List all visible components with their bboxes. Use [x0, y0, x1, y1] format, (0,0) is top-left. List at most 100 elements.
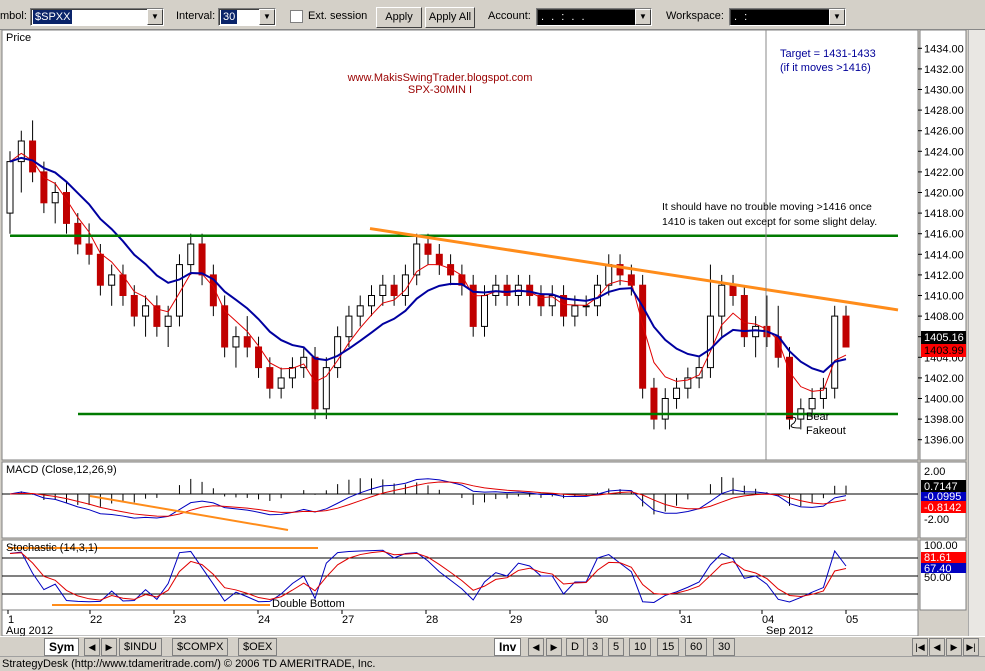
candle-body	[187, 243, 195, 266]
candle-body	[255, 346, 263, 369]
candle-body	[718, 284, 726, 317]
time-tick-label: 30	[596, 614, 608, 626]
candle-body	[842, 315, 850, 348]
candle-body	[74, 222, 82, 245]
macd-y-top: 2.00	[924, 466, 945, 478]
target-text: Target = 1431-1433	[780, 48, 876, 60]
price-tick-label: 1414.00	[924, 249, 964, 261]
prev-symbol-icon[interactable]: ◀	[84, 638, 100, 656]
candle-body	[639, 284, 647, 389]
candle-body	[130, 295, 138, 317]
price-tick-label: 1398.00	[924, 414, 964, 426]
time-tick-label: 27	[342, 614, 354, 626]
apply-all-button[interactable]: Apply All	[425, 7, 475, 28]
candle-body	[40, 171, 48, 204]
candle-body	[96, 253, 104, 286]
price-pane-title: Price	[6, 32, 31, 44]
candle-body	[277, 377, 285, 389]
candle-body	[85, 243, 93, 255]
tab-sym[interactable]: Sym	[44, 638, 80, 656]
scroll-last-icon[interactable]: ▶|	[963, 638, 979, 656]
comment-line-2: 1410 is taken out except for some slight…	[662, 216, 877, 228]
scroll-right-icon[interactable]: ▶	[946, 638, 962, 656]
scroll-left-icon[interactable]: ◀	[929, 638, 945, 656]
symbol-value: $SPXX	[33, 10, 73, 24]
symbol-dropdown-icon[interactable]: ▼	[147, 9, 163, 25]
chart-canvas[interactable]: 1434.00 1432.00 1430.00 1428.00 1426.00 1424.…	[0, 30, 968, 636]
account-dropdown-icon[interactable]: ▼	[635, 9, 651, 25]
account-combo[interactable]: . . : . . ▼	[536, 8, 652, 26]
candle-body	[424, 243, 432, 255]
candle-body	[752, 325, 760, 338]
candle-body	[243, 336, 251, 348]
tab-interval-3[interactable]: 3	[587, 638, 604, 656]
time-tick-label: 22	[90, 614, 102, 626]
candle-body	[51, 192, 59, 204]
candle-body	[526, 284, 534, 296]
tab-interval-15[interactable]: 15	[657, 638, 680, 656]
time-tick-label: 23	[174, 614, 186, 626]
candle-body	[175, 264, 183, 317]
apply-button[interactable]: Apply	[376, 7, 422, 28]
macd-pane[interactable]	[1, 461, 919, 539]
stoch-title: Stochastic (14,3,1)	[6, 542, 98, 554]
month-left: Aug 2012	[6, 625, 53, 636]
prev-interval-icon[interactable]: ◀	[528, 638, 544, 656]
tab-interval-60[interactable]: 60	[685, 638, 708, 656]
candle-body	[164, 315, 172, 327]
price-tick-label: 1420.00	[924, 188, 964, 200]
tab-interval-30[interactable]: 30	[713, 638, 736, 656]
comment-line-1: It should have no trouble moving >1416 o…	[662, 201, 872, 213]
status-bar: StrategyDesk (http://www.tdameritrade.co…	[0, 656, 985, 670]
price-tick-label: 1410.00	[924, 291, 964, 303]
workspace-combo[interactable]: . : ▼	[729, 8, 846, 26]
stoch-y-top: 100.00	[924, 540, 958, 552]
interval-combo[interactable]: 30 ▼	[218, 8, 276, 26]
candle-body	[288, 367, 296, 379]
candle-body	[6, 161, 14, 214]
ma-value: 1403.99	[924, 345, 964, 357]
next-symbol-icon[interactable]: ▶	[101, 638, 117, 656]
account-label: Account:	[488, 10, 531, 22]
ext-session-checkbox[interactable]	[290, 10, 303, 23]
tab-interval-10[interactable]: 10	[629, 638, 652, 656]
tab-inv[interactable]: Inv	[494, 638, 522, 656]
vertical-scrollbar[interactable]	[968, 30, 985, 636]
double-bottom-label: Double Bottom	[272, 598, 345, 610]
candle-body	[831, 315, 839, 389]
header-url-text: www.MakisSwingTrader.blogspot.com	[347, 72, 533, 84]
price-tick-label: 1416.00	[924, 229, 964, 241]
candle-body	[808, 398, 816, 410]
candle-body	[345, 315, 353, 338]
candle-body	[729, 284, 737, 296]
tab-oex[interactable]: $OEX	[238, 638, 278, 656]
candle-body	[198, 243, 206, 276]
price-tick-label: 1426.00	[924, 126, 964, 138]
candle-body	[356, 305, 364, 317]
stoch-value2: 67.40	[924, 563, 952, 575]
price-tick-label: 1408.00	[924, 311, 964, 323]
candle-body	[311, 356, 319, 410]
workspace-dropdown-icon[interactable]: ▼	[829, 9, 845, 25]
price-tick-label: 1424.00	[924, 146, 964, 158]
candle-body	[435, 253, 443, 266]
candle-body	[571, 305, 579, 317]
next-interval-icon[interactable]: ▶	[546, 638, 562, 656]
bottom-tab-bar: Sym ◀ ▶ $INDU $COMPX $OEX Inv ◀ ▶ D 3 5 …	[0, 636, 985, 656]
candle-body	[661, 398, 669, 420]
candle-body	[379, 284, 387, 296]
symbol-combo[interactable]: $SPXX ▼	[30, 8, 164, 26]
scroll-first-icon[interactable]: |◀	[912, 638, 928, 656]
toolbar: mbol: $SPXX ▼ Interval: 30 ▼ Ext. sessio…	[0, 0, 985, 30]
tab-compx[interactable]: $COMPX	[172, 638, 229, 656]
price-tick-label: 1434.00	[924, 43, 964, 55]
tab-indu[interactable]: $INDU	[119, 638, 163, 656]
price-tick-label: 1430.00	[924, 85, 964, 97]
tab-interval-d[interactable]: D	[566, 638, 584, 656]
workspace-label: Workspace:	[666, 10, 724, 22]
candle-body	[390, 284, 398, 296]
candle-body	[480, 295, 488, 327]
price-tick-label: 1412.00	[924, 270, 964, 282]
tab-interval-5[interactable]: 5	[608, 638, 625, 656]
interval-dropdown-icon[interactable]: ▼	[259, 9, 275, 25]
